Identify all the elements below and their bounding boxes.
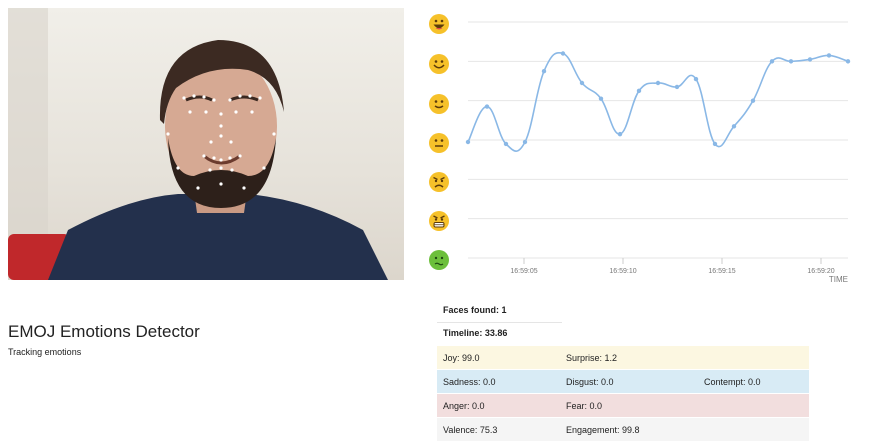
- surprise-value: Surprise: 1.2: [566, 353, 618, 363]
- stats-row-joy: Joy: 99.0 Surprise: 1.2: [437, 345, 809, 369]
- data-point: [655, 80, 661, 86]
- emotion-timeline-chart: 16:59:05 16:59:10 16:59:15 16:59:20 TIME: [465, 21, 851, 284]
- webcam-video: [8, 8, 404, 280]
- data-point: [750, 98, 756, 103]
- grinning-face-icon: [429, 14, 449, 34]
- faces-found-text: Faces found: 1: [443, 305, 507, 315]
- disgust-value: Disgust: 0.0: [566, 377, 614, 387]
- timeline-text: Timeline: 33.86: [443, 328, 508, 338]
- data-point: [484, 104, 490, 109]
- data-point: [788, 59, 794, 64]
- x-axis-ticks: 16:59:05 16:59:10 16:59:15 16:59:20: [510, 258, 835, 275]
- data-point: [693, 76, 699, 82]
- emotion-series-points: [465, 51, 851, 147]
- grimacing-face-icon: [429, 211, 449, 231]
- emotion-series-line: [467, 51, 849, 152]
- divider: [437, 322, 562, 323]
- data-point: [503, 141, 509, 147]
- data-point: [522, 139, 528, 145]
- joy-value: Joy: 99.0: [443, 353, 480, 363]
- stats-row-valence: Valence: 75.3 Engagement: 99.8: [437, 417, 809, 441]
- contempt-value: Contempt: 0.0: [704, 377, 761, 387]
- data-point: [465, 139, 471, 145]
- data-point: [731, 124, 737, 129]
- data-point: [617, 131, 623, 137]
- data-point: [598, 96, 604, 101]
- x-tick-label: 16:59:20: [807, 268, 834, 275]
- data-point: [845, 59, 851, 64]
- data-point: [826, 53, 832, 58]
- data-point: [541, 69, 547, 74]
- data-point: [712, 141, 718, 147]
- angry-face-icon: [429, 172, 449, 192]
- data-point: [807, 57, 813, 62]
- nauseated-face-icon: [429, 250, 449, 270]
- data-point: [560, 51, 566, 56]
- data-point: [636, 88, 642, 94]
- anger-value: Anger: 0.0: [443, 401, 485, 411]
- x-tick-label: 16:59:15: [708, 268, 735, 275]
- emotion-stats-table: Joy: 99.0 Surprise: 1.2 Sadness: 0.0 Dis…: [437, 345, 809, 441]
- slightly-smiling-face-icon: [429, 94, 449, 114]
- x-tick-label: 16:59:05: [510, 268, 537, 275]
- neutral-face-icon: [429, 133, 449, 153]
- app-title: EMOJ Emotions Detector: [8, 322, 200, 341]
- data-point: [674, 84, 680, 90]
- sadness-value: Sadness: 0.0: [443, 377, 496, 387]
- smiling-face-icon: [429, 54, 449, 74]
- stats-row-sadness: Sadness: 0.0 Disgust: 0.0 Contempt: 0.0: [437, 369, 809, 393]
- x-tick-label: 16:59:10: [609, 268, 636, 275]
- app-subtitle: Tracking emotions: [8, 347, 82, 357]
- webcam-scene: [8, 8, 388, 280]
- fear-value: Fear: 0.0: [566, 401, 603, 411]
- stats-row-anger: Anger: 0.0 Fear: 0.0: [437, 393, 809, 417]
- x-axis-label: TIME: [829, 275, 848, 284]
- data-point: [769, 59, 775, 64]
- data-point: [579, 80, 585, 86]
